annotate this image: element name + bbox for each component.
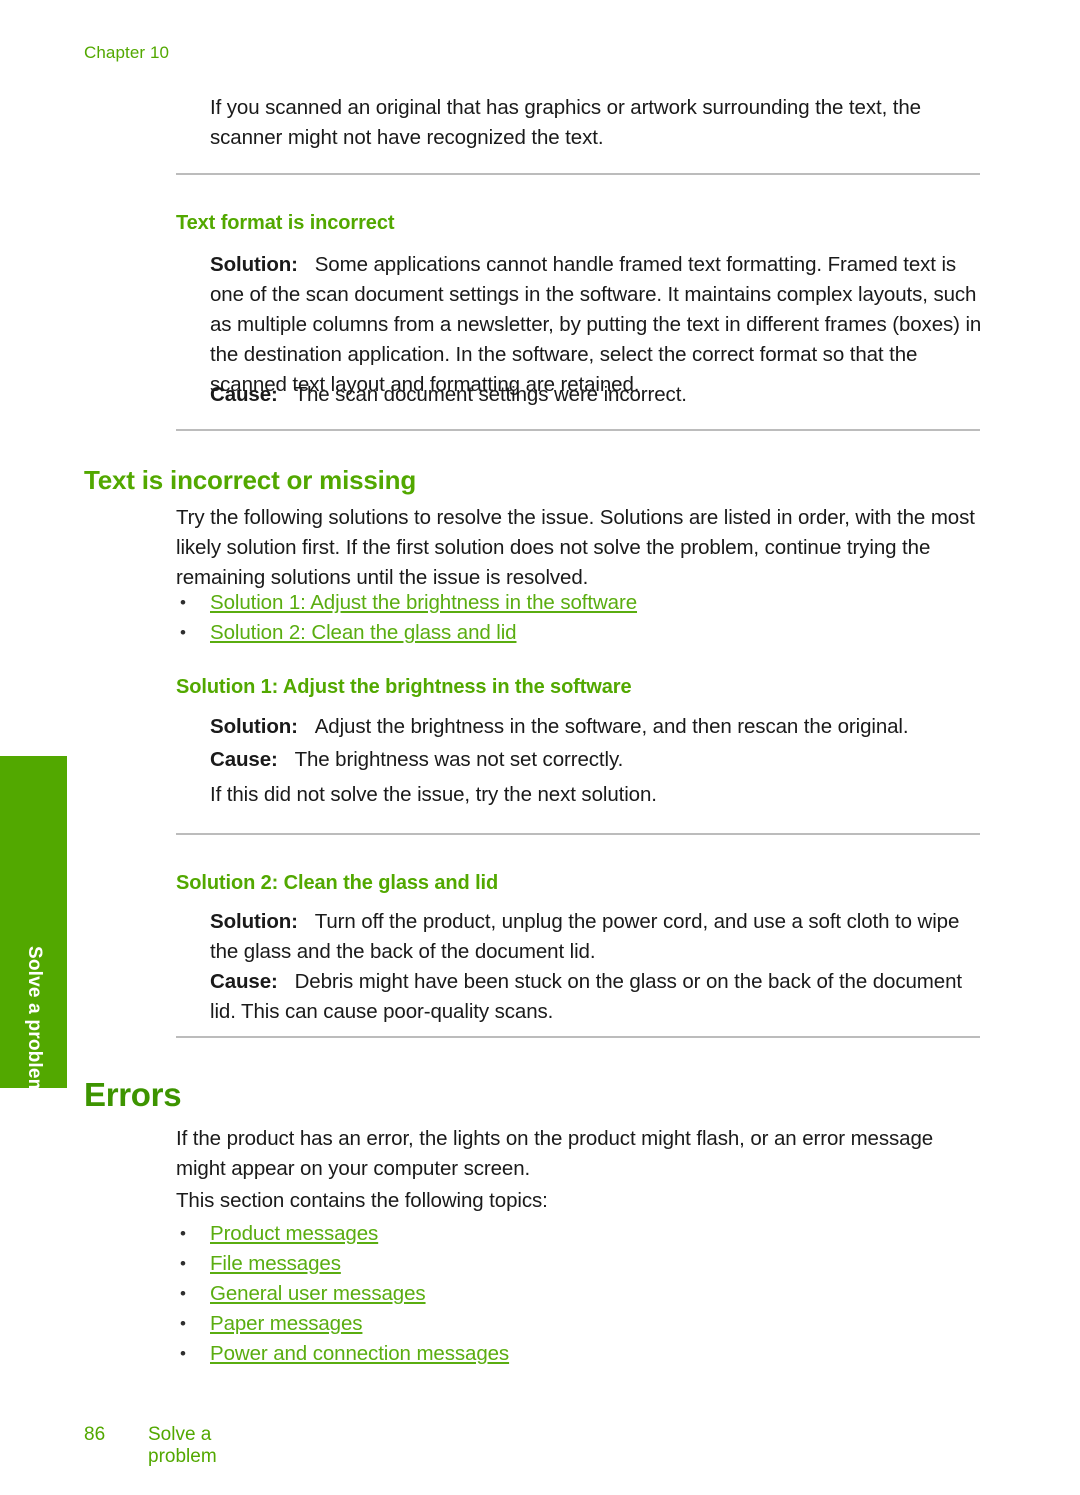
text-format-cause-paragraph: Cause: The scan document settings were i… — [210, 380, 985, 410]
solution-text: Adjust the brightness in the software, a… — [314, 715, 909, 738]
chapter-running-head: Chapter 10 — [84, 43, 170, 62]
list-item[interactable]: • Paper messages — [176, 1309, 509, 1339]
errors-paragraph-1: If the product has an error, the lights … — [176, 1127, 934, 1180]
cause-text: The scan document settings were incorrec… — [294, 383, 687, 406]
heading-solution-1: Solution 1: Adjust the brightness in the… — [176, 676, 632, 698]
solution-text: Some applications cannot handle framed t… — [210, 253, 982, 396]
solution-1-next-paragraph: If this did not solve the issue, try the… — [210, 783, 657, 806]
link-product-messages[interactable]: Product messages — [210, 1222, 378, 1245]
link-power-and-connection-messages[interactable]: Power and connection messages — [210, 1342, 509, 1365]
heading-solution-2: Solution 2: Clean the glass and lid — [176, 872, 499, 894]
bullet-icon: • — [180, 1254, 186, 1273]
section-divider — [176, 429, 980, 431]
solution-label: Solution: — [210, 715, 298, 738]
footer-page-number: 86 — [84, 1424, 106, 1445]
link-general-user-messages[interactable]: General user messages — [210, 1282, 426, 1305]
cause-label: Cause: — [210, 748, 278, 771]
list-item[interactable]: • File messages — [176, 1249, 509, 1279]
footer-section-label: Solve a problem — [148, 1424, 217, 1467]
link-solution-1[interactable]: Solution 1: Adjust the brightness in the… — [210, 591, 637, 614]
heading-text-format-is-incorrect: Text format is incorrect — [176, 212, 395, 234]
link-paper-messages[interactable]: Paper messages — [210, 1312, 363, 1335]
solution-label: Solution: — [210, 910, 298, 933]
cause-text: The brightness was not set correctly. — [294, 748, 624, 771]
list-item[interactable]: • Solution 2: Clean the glass and lid — [176, 618, 637, 648]
text-incorrect-intro-paragraph: Try the following solutions to resolve t… — [176, 506, 975, 589]
bullet-icon: • — [180, 593, 186, 612]
intro-paragraph: If you scanned an original that has grap… — [210, 96, 921, 149]
section-divider — [176, 173, 980, 175]
list-item[interactable]: • Solution 1: Adjust the brightness in t… — [176, 588, 637, 618]
solution-text: Turn off the product, unplug the power c… — [210, 910, 960, 963]
solution-2-solution-paragraph: Solution: Turn off the product, unplug t… — [210, 907, 985, 967]
bullet-icon: • — [180, 623, 186, 642]
errors-link-list: • Product messages • File messages • Gen… — [176, 1219, 509, 1369]
bullet-icon: • — [180, 1284, 186, 1303]
list-item[interactable]: • General user messages — [176, 1279, 509, 1309]
cause-text: Debris might have been stuck on the glas… — [210, 970, 962, 1023]
section-divider — [176, 1036, 980, 1038]
bullet-icon: • — [180, 1224, 186, 1243]
heading-text-is-incorrect-or-missing: Text is incorrect or missing — [84, 465, 417, 495]
side-thumb-tab: Solve a problem — [0, 756, 67, 1096]
bullet-icon: • — [180, 1344, 186, 1363]
solution-2-cause-paragraph: Cause: Debris might have been stuck on t… — [210, 967, 985, 1027]
solution-link-list: • Solution 1: Adjust the brightness in t… — [176, 588, 637, 648]
errors-paragraph-2: This section contains the following topi… — [176, 1189, 548, 1212]
heading-errors: Errors — [84, 1076, 182, 1113]
link-solution-2[interactable]: Solution 2: Clean the glass and lid — [210, 621, 517, 644]
text-format-solution-paragraph: Solution: Some applications cannot handl… — [210, 250, 985, 400]
list-item[interactable]: • Product messages — [176, 1219, 509, 1249]
solution-1-solution-paragraph: Solution: Adjust the brightness in the s… — [210, 712, 985, 742]
list-item[interactable]: • Power and connection messages — [176, 1339, 509, 1369]
solution-1-cause-paragraph: Cause: The brightness was not set correc… — [210, 745, 985, 775]
link-file-messages[interactable]: File messages — [210, 1252, 341, 1275]
side-thumb-tab-label: Solve a problem — [24, 946, 45, 1096]
cause-label: Cause: — [210, 970, 278, 993]
bullet-icon: • — [180, 1314, 186, 1333]
cause-label: Cause: — [210, 383, 278, 406]
document-page: Chapter 10 Solve a problem If you scanne… — [0, 0, 1080, 1495]
section-divider — [176, 833, 980, 835]
solution-label: Solution: — [210, 253, 298, 276]
